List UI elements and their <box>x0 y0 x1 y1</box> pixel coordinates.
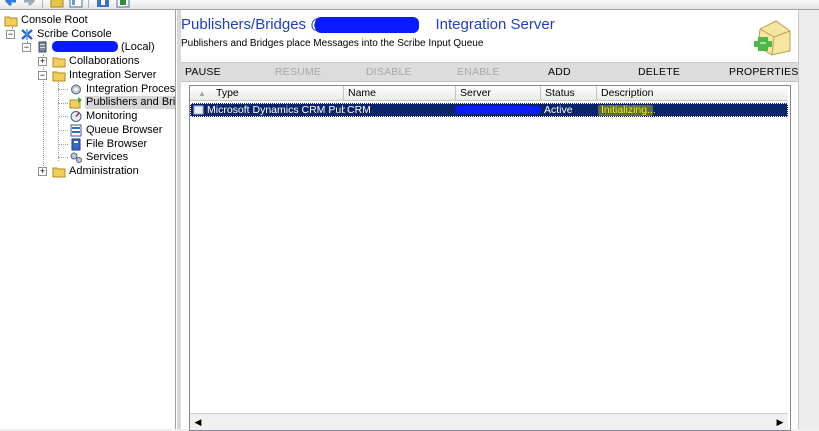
delete-button[interactable]: DELETE <box>638 66 680 78</box>
column-header-name[interactable]: Name <box>344 86 456 101</box>
back-arrow-icon[interactable] <box>4 0 18 8</box>
collapse-expander[interactable]: − <box>38 71 47 80</box>
tree-item-label: Collaborations <box>69 55 140 67</box>
tree-item-queue-browser[interactable]: Queue Browser <box>69 124 174 137</box>
page-header: Publishers/Bridges @ Integration Server P… <box>181 10 798 62</box>
page-subtitle: Publishers and Bridges place Messages in… <box>181 38 484 49</box>
expand-expander[interactable]: + <box>38 57 47 66</box>
help-icon[interactable] <box>116 0 130 8</box>
column-header-label: Type <box>216 87 239 99</box>
column-header-server[interactable]: Server <box>456 86 541 101</box>
column-header-label: Name <box>348 87 377 99</box>
tree-item-integration-processes[interactable]: Integration Processes <box>69 83 176 96</box>
column-header-type[interactable]: ▲ Type <box>190 86 344 101</box>
column-header-label: Server <box>460 87 491 99</box>
tree-item-administration[interactable]: + Administration <box>38 165 174 178</box>
tree-item-label: Publishers and Bridges <box>85 96 175 109</box>
forward-arrow-icon[interactable] <box>22 0 36 8</box>
page-title-prefix: Publishers/Bridges @ <box>181 16 326 33</box>
show-tree-icon[interactable] <box>69 0 83 8</box>
table-row[interactable]: Microsoft Dynamics CRM Publi... CRM Acti… <box>190 103 788 117</box>
up-folder-icon[interactable] <box>50 0 64 8</box>
tree-item-label: File Browser <box>86 138 148 150</box>
tree-item-label: Integration Server <box>69 69 157 81</box>
scroll-left-icon[interactable]: ◀ <box>192 416 204 428</box>
toolbar <box>0 0 819 10</box>
tree-item-local-server[interactable]: − (Local) <box>22 41 174 54</box>
properties-icon[interactable] <box>96 0 110 8</box>
tree-item-label: Scribe Console <box>37 28 112 40</box>
enable-button[interactable]: ENABLE <box>457 66 500 78</box>
collapse-expander[interactable]: − <box>6 30 15 39</box>
redacted-server-name <box>315 17 419 33</box>
publishers-list: ▲ Type Name Server Status Description Mi… <box>189 85 791 431</box>
tree-item-collaborations[interactable]: + Collaborations <box>38 55 174 68</box>
column-header-label: Status <box>545 87 575 99</box>
publisher-icon <box>69 96 83 109</box>
tree-item-label: Monitoring <box>86 110 138 122</box>
services-icon <box>69 151 83 164</box>
column-header-label: Description <box>601 87 654 99</box>
tree-item-services[interactable]: Services <box>69 151 174 164</box>
sort-ascending-icon: ▲ <box>198 89 206 98</box>
tree-item-file-browser[interactable]: File Browser <box>69 138 174 151</box>
tree-item-label: Services <box>86 151 129 163</box>
publisher-row-icon <box>193 104 207 116</box>
properties-button[interactable]: PROPERTIES <box>729 66 799 78</box>
publisher-add-icon <box>752 17 794 57</box>
cell-status: Active <box>544 104 573 116</box>
tree-item-monitoring[interactable]: Monitoring <box>69 110 174 123</box>
resume-button[interactable]: RESUME <box>275 66 321 78</box>
monitor-icon <box>69 110 83 123</box>
tree-item-label: Queue Browser <box>86 124 163 136</box>
horizontal-scrollbar[interactable]: ◀ ▶ <box>190 413 788 430</box>
gear-icon <box>69 83 83 96</box>
main-pane: Publishers/Bridges @ Integration Server P… <box>181 10 819 431</box>
scribe-icon <box>20 28 34 41</box>
right-edge-panel <box>798 10 819 429</box>
page-title-suffix: Integration Server <box>435 16 555 33</box>
queue-icon <box>69 124 83 137</box>
expand-expander[interactable]: + <box>38 167 47 176</box>
tree-item-scribe-console[interactable]: − Scribe Console <box>6 28 174 41</box>
file-icon <box>69 138 83 151</box>
cell-type: Microsoft Dynamics CRM Publi... <box>207 104 345 116</box>
folder-icon <box>52 55 66 68</box>
tree-item-label: (Local) <box>121 41 155 53</box>
redacted-server-name <box>52 41 118 52</box>
disable-button[interactable]: DISABLE <box>366 66 412 78</box>
tree-item-publishers-and-bridges[interactable]: Publishers and Bridges <box>69 96 175 109</box>
console-tree: Console Root − Scribe Console − (Local) … <box>0 10 176 429</box>
action-bar: PAUSE RESUME DISABLE ENABLE ADD DELETE P… <box>181 62 798 82</box>
tree-item-label: Administration <box>69 165 139 177</box>
folder-icon <box>4 14 18 27</box>
column-header-status[interactable]: Status <box>541 86 597 101</box>
tree-item-console-root[interactable]: Console Root <box>4 14 174 27</box>
redacted-server-name <box>455 106 541 114</box>
add-button[interactable]: ADD <box>548 66 571 78</box>
cell-description: Initializing... <box>601 104 656 116</box>
tree-item-integration-server[interactable]: − Integration Server <box>38 69 174 82</box>
cell-name: CRM <box>347 104 371 116</box>
folder-icon <box>52 165 66 178</box>
server-icon <box>36 41 50 54</box>
collapse-expander[interactable]: − <box>22 43 31 52</box>
pause-button[interactable]: PAUSE <box>185 66 221 78</box>
tree-item-label: Console Root <box>21 14 88 26</box>
folder-open-icon <box>52 69 66 82</box>
tree-item-label: Integration Processes <box>86 83 176 95</box>
column-header-description[interactable]: Description <box>597 86 788 101</box>
scroll-right-icon[interactable]: ▶ <box>774 416 786 428</box>
